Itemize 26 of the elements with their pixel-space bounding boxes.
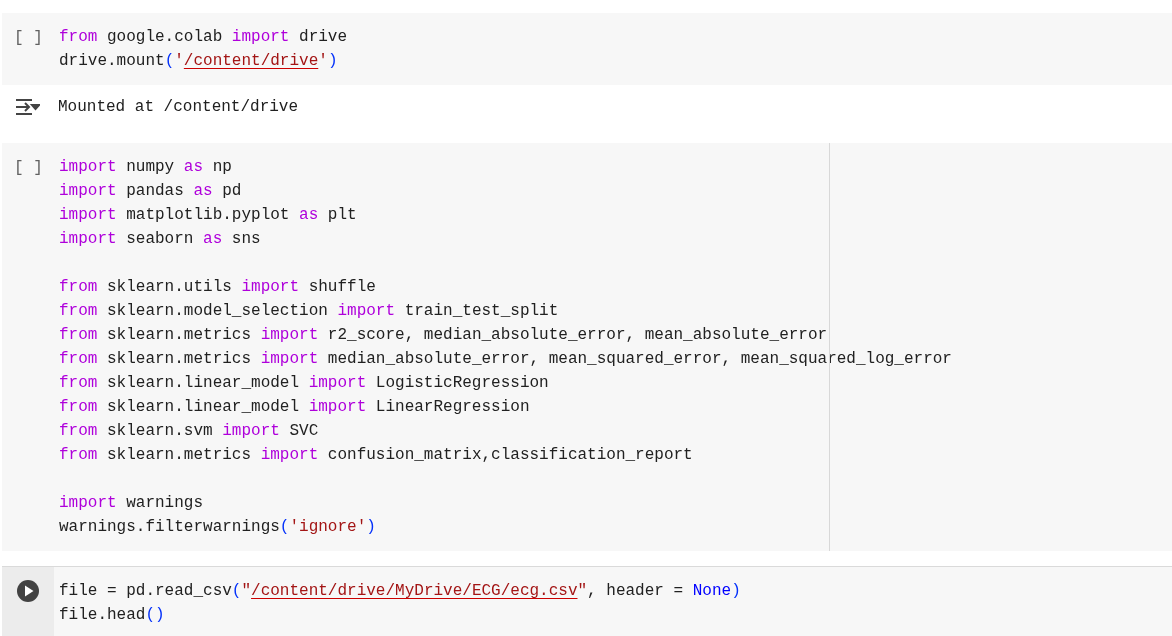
execution-count: [ ]: [14, 158, 43, 179]
code-line: from google.colab import drive: [59, 27, 348, 48]
code-line: warnings.filterwarnings('ignore'): [59, 517, 376, 538]
code-line: drive.mount('/content/drive'): [59, 51, 338, 72]
code-line: import matplotlib.pyplot as plt: [59, 205, 357, 226]
output-toggle-icon[interactable]: [14, 97, 40, 117]
code-line: from sklearn.utils import shuffle: [59, 277, 376, 298]
code-line: from sklearn.metrics import confusion_matrix,classification_report: [59, 445, 693, 466]
code-line: from sklearn.svm import SVC: [59, 421, 319, 442]
code-line: from sklearn.linear_model import LinearRegression: [59, 397, 530, 418]
code-line: import numpy as np: [59, 157, 232, 178]
code-line: from sklearn.metrics import median_absolute_error, mean_squared_error, mean_squared_log_error: [59, 349, 952, 370]
code-line: import pandas as pd: [59, 181, 242, 202]
code-line: from sklearn.linear_model import LogisticRegression: [59, 373, 549, 394]
code-cell[interactable]: [2, 143, 1172, 551]
code-line: from sklearn.metrics import r2_score, median_absolute_error, mean_absolute_error: [59, 325, 828, 346]
code-line: file.head(): [59, 605, 165, 626]
code-line: import seaborn as sns: [59, 229, 261, 250]
code-cell[interactable]: [ ] from google.colab import drive drive.mount('/content/drive'): [2, 13, 1172, 85]
code-cell[interactable]: file = pd.read_csv("/content/drive/MyDrive/ECG/ecg.csv", header = None) file.head(): [2, 566, 1172, 636]
execution-count: [ ]: [14, 28, 43, 49]
output-text: Mounted at /content/drive: [58, 98, 299, 116]
code-line: from sklearn.model_selection import train_test_split: [59, 301, 559, 322]
code-line: file = pd.read_csv("/content/drive/MyDrive/ECG/ecg.csv", header = None): [59, 581, 741, 602]
code-line: import warnings: [59, 493, 204, 514]
run-button-icon[interactable]: [16, 579, 40, 603]
